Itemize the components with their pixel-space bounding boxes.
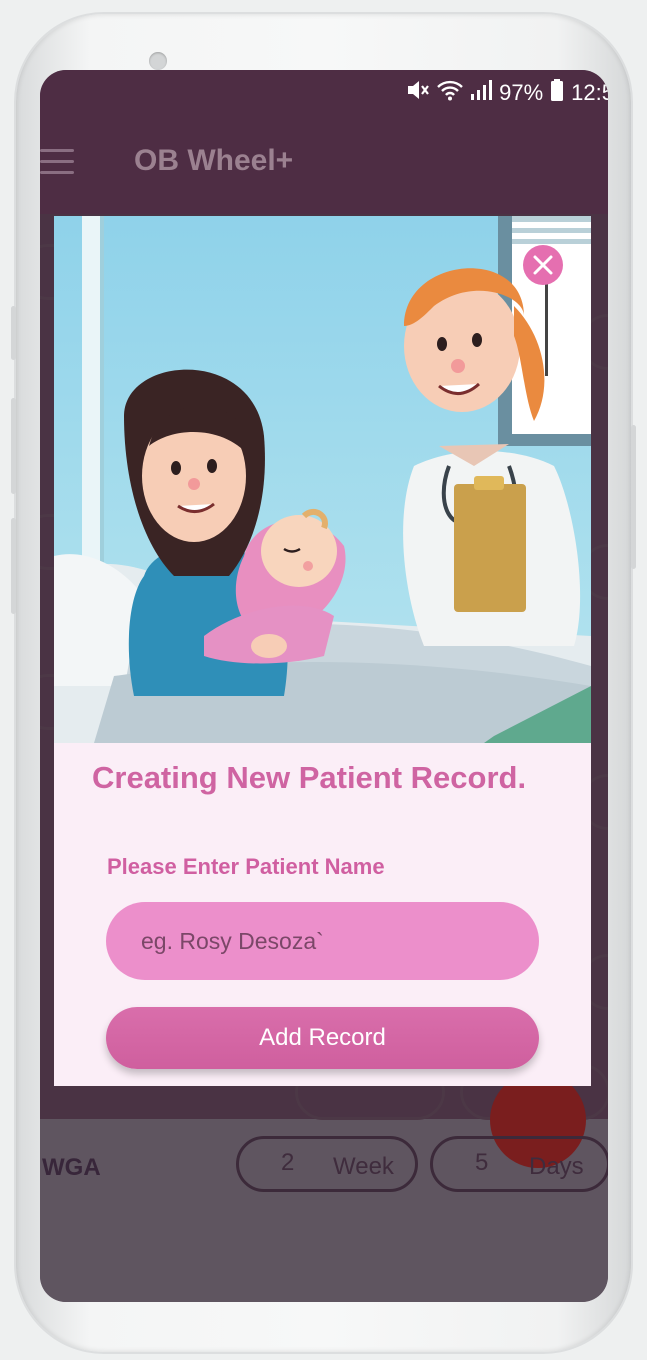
days-unit: Days	[529, 1153, 584, 1180]
wga-label: WGA	[42, 1154, 101, 1181]
front-camera	[149, 52, 167, 70]
new-patient-dialog: Creating New Patient Record. Please Ente…	[54, 216, 591, 1086]
wifi-icon	[437, 79, 463, 107]
add-record-button[interactable]: Add Record	[106, 1007, 539, 1069]
dialog-title: Creating New Patient Record.	[92, 760, 527, 795]
signal-icon	[470, 79, 493, 107]
wga-row: WGA 2 Week 5 Days	[40, 1136, 608, 1206]
volume-up-button	[11, 306, 16, 360]
patient-name-input[interactable]	[106, 902, 539, 980]
hamburger-menu-icon[interactable]	[40, 149, 74, 175]
mute-icon	[406, 79, 430, 107]
status-bar: 97% 12:5	[40, 70, 608, 114]
clock: 12:5	[571, 80, 608, 105]
weeks-pill[interactable]: 2 Week	[236, 1136, 418, 1192]
volume-down-button	[11, 398, 16, 494]
bixby-button	[11, 518, 16, 614]
weeks-value: 2	[281, 1149, 295, 1176]
mother-baby-doctor-illustration	[54, 216, 591, 743]
app-title: OB Wheel+	[134, 144, 294, 177]
app-screen: 97% 12:5 OB Wheel+ WGA 2 Week 5 Days Cre…	[40, 70, 608, 1302]
days-value: 5	[475, 1149, 489, 1176]
days-pill[interactable]: 5 Days	[430, 1136, 608, 1192]
close-dialog-button[interactable]	[523, 245, 563, 285]
battery-percent: 97%	[499, 80, 544, 105]
battery-icon	[550, 79, 564, 107]
patient-name-label: Please Enter Patient Name	[107, 854, 385, 879]
power-button	[631, 425, 636, 569]
close-icon	[533, 255, 553, 275]
app-toolbar: OB Wheel+	[40, 114, 608, 214]
weeks-unit: Week	[333, 1153, 394, 1180]
